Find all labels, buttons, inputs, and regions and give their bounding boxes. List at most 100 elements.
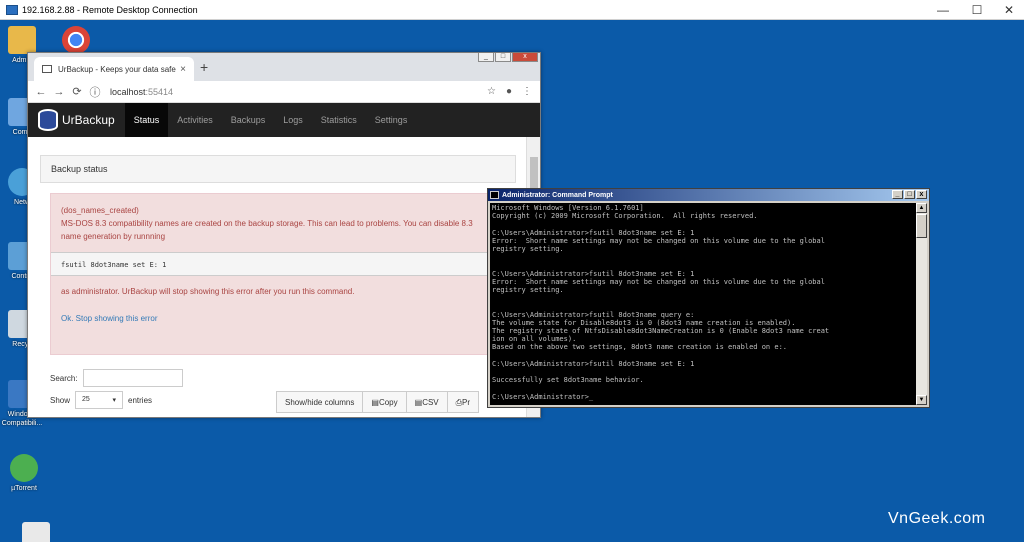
- chevron-down-icon: ▾: [112, 397, 117, 404]
- star-icon[interactable]: ☆: [487, 86, 496, 97]
- print-label: Pr: [462, 398, 471, 407]
- cmd-minimize-button[interactable]: _: [892, 190, 903, 199]
- copy-label: Copy: [378, 398, 398, 407]
- console-line: ion on all volumes).: [492, 335, 577, 344]
- cmd-window-controls: _ □ x: [892, 190, 927, 199]
- tab-title: UrBackup - Keeps your data safe: [58, 64, 176, 74]
- console-line: C:\Users\Administrator>fsutil 8dot3name …: [492, 269, 695, 278]
- browser-tab[interactable]: UrBackup - Keeps your data safe ×: [34, 57, 194, 81]
- error-alert: (dos_names_created) MS-DOS 8.3 compatibi…: [50, 193, 490, 355]
- chrome-close-button[interactable]: x: [512, 53, 538, 62]
- menu-icon[interactable]: ⋮: [522, 86, 532, 97]
- console-line: C:\Users\Administrator>fsutil 8dot3name …: [492, 310, 695, 319]
- console-line: C:\Users\Administrator>_: [492, 392, 594, 401]
- console-line: Copyright (c) 2009 Microsoft Corporation…: [492, 212, 758, 221]
- console-line: Error: Short name settings may not be ch…: [492, 277, 825, 286]
- cmd-close-button[interactable]: x: [916, 190, 927, 199]
- address-bar-row: ← → ⟳ ⓘ localhost:55414 ☆ ● ⋮: [28, 81, 540, 103]
- nav-logs[interactable]: Logs: [274, 103, 312, 137]
- urbackup-navbar: UrBackup Status Activities Backups Logs …: [28, 103, 540, 137]
- desktop-icon-label: µTorrent: [11, 485, 37, 492]
- page-length-value: 25: [82, 396, 90, 403]
- console-line: Microsoft Windows [Version 6.1.7601]: [492, 204, 644, 212]
- console-line: The volume state for Disable8dot3 is 0 (…: [492, 318, 796, 327]
- show-label: Show: [50, 395, 71, 405]
- console-line: C:\Users\Administrator>fsutil 8dot3name …: [492, 359, 695, 368]
- chrome-icon: [62, 26, 90, 54]
- app-icon: [22, 522, 50, 542]
- url-field[interactable]: localhost:55414: [110, 87, 173, 97]
- maximize-button[interactable]: ☐: [960, 0, 994, 20]
- desktop-icon-utorrent[interactable]: µTorrent: [0, 454, 52, 493]
- cmd-title: Administrator: Command Prompt: [502, 191, 613, 199]
- close-button[interactable]: ✕: [992, 0, 1024, 20]
- remote-desktop-icon: [6, 4, 18, 15]
- csv-button[interactable]: ▤CSV: [405, 391, 448, 413]
- rdp-title-bar: 192.168.2.88 - Remote Desktop Connection…: [0, 0, 1024, 20]
- console-line: C:\Users\Administrator>fsutil 8dot3name …: [492, 228, 695, 237]
- scroll-up-icon[interactable]: ▲: [916, 203, 927, 213]
- page-length-select[interactable]: 25 ▾: [75, 391, 124, 409]
- panel-heading: Backup status: [40, 155, 516, 183]
- console-line: Successfully set 8dot3name behavior.: [492, 376, 644, 385]
- print-button[interactable]: ⎙Pr: [446, 391, 480, 413]
- rdp-window-title: 192.168.2.88 - Remote Desktop Connection: [22, 4, 198, 15]
- urbackup-logo[interactable]: UrBackup: [38, 109, 115, 131]
- console-line: The registry state of NtfsDisable8dot3Na…: [492, 327, 830, 336]
- show-hide-columns-button[interactable]: Show/hide columns: [276, 391, 364, 413]
- page-content: Backup status (dos_names_created) MS-DOS…: [28, 137, 526, 417]
- watermark-text: VnGeek.com: [888, 510, 986, 527]
- tab-close-icon[interactable]: ×: [180, 64, 186, 75]
- back-icon[interactable]: ←: [32, 86, 50, 98]
- desktop-icon-partial[interactable]: [8, 522, 64, 542]
- cmd-maximize-button[interactable]: □: [904, 190, 915, 199]
- brand-name: UrBackup: [62, 113, 115, 127]
- alert-command: fsutil 8dot3name set E: 1: [51, 252, 489, 276]
- dismiss-error-link[interactable]: Ok. Stop showing this error: [61, 312, 479, 325]
- new-tab-button[interactable]: +: [200, 59, 208, 75]
- forward-icon[interactable]: →: [50, 86, 68, 98]
- minimize-button[interactable]: —: [926, 0, 960, 20]
- chrome-maximize-button[interactable]: □: [495, 53, 511, 62]
- remote-desktop: Admin Comp Netw Contro Recyc Windows Com…: [0, 20, 1024, 542]
- info-icon[interactable]: ⓘ: [86, 84, 104, 100]
- console-line: Error: Short name settings may not be ch…: [492, 236, 825, 245]
- alert-code: (dos_names_created): [61, 206, 139, 215]
- tab-strip: UrBackup - Keeps your data safe × + _ □ …: [28, 53, 540, 81]
- page-length-row: Show 25 ▾ entries: [50, 391, 152, 409]
- search-input[interactable]: [82, 369, 183, 387]
- cmd-console-output[interactable]: Microsoft Windows [Version 6.1.7601] Copy…: [490, 203, 916, 405]
- nav-backups[interactable]: Backups: [222, 103, 275, 137]
- console-line: registry setting.: [492, 245, 564, 254]
- chrome-minimize-button[interactable]: _: [478, 53, 494, 62]
- copy-button[interactable]: ▤Copy: [362, 391, 407, 413]
- cmd-scrollbar-thumb[interactable]: [916, 214, 927, 238]
- console-line: Based on the above two settings, 8dot3 n…: [492, 343, 788, 352]
- search-label: Search:: [50, 373, 78, 383]
- nav-statistics[interactable]: Statistics: [312, 103, 366, 137]
- scroll-down-icon[interactable]: ▼: [916, 395, 927, 405]
- nav-settings[interactable]: Settings: [366, 103, 417, 137]
- nav-activities[interactable]: Activities: [168, 103, 222, 137]
- cmd-title-bar: Administrator: Command Prompt _ □ x: [488, 189, 929, 201]
- chrome-window-controls: _ □ x: [477, 53, 538, 62]
- cmd-icon: [490, 191, 499, 199]
- reload-icon[interactable]: ⟳: [68, 85, 86, 98]
- cmd-scrollbar[interactable]: ▲ ▼: [916, 203, 927, 405]
- account-icon[interactable]: ●: [506, 86, 512, 97]
- nav-status[interactable]: Status: [124, 103, 169, 137]
- utorrent-icon: [10, 454, 38, 482]
- database-icon: [38, 109, 58, 131]
- entries-label: entries: [128, 395, 153, 405]
- alert-after-text: as administrator. UrBackup will stop sho…: [61, 287, 355, 296]
- command-prompt-window: Administrator: Command Prompt _ □ x Micr…: [487, 188, 930, 408]
- alert-message: MS-DOS 8.3 compatibility names are creat…: [61, 219, 473, 241]
- search-row: Search:: [50, 369, 183, 387]
- omnibox-actions: ☆ ● ⋮: [487, 86, 532, 97]
- console-line: registry setting.: [492, 286, 564, 295]
